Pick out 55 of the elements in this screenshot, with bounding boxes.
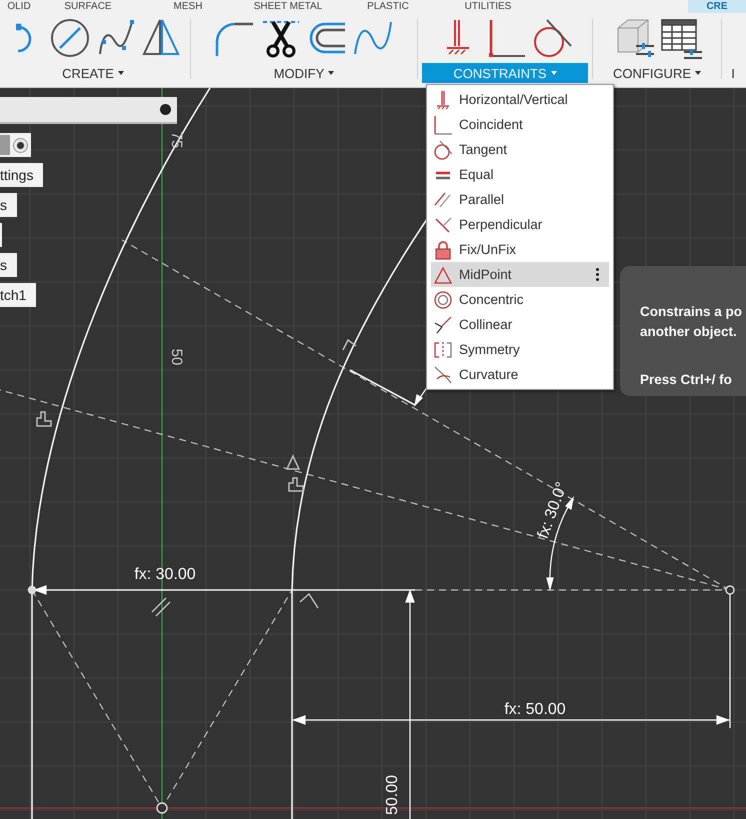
menu-item[interactable]: MidPoint (431, 262, 609, 287)
radio-icon (13, 138, 28, 152)
menu-item[interactable]: Collinear (431, 312, 609, 337)
browser-item[interactable]: ttings (0, 163, 44, 187)
tooltip-hint: Press Ctrl+/ fo (640, 372, 732, 387)
angle-dimension[interactable]: fx: 30.0° (534, 480, 571, 542)
collinear-icon (433, 314, 453, 334)
arc-icon (16, 23, 32, 53)
visibility-toggle[interactable] (0, 133, 31, 157)
ribbon-tab[interactable]: OLID (0, 0, 38, 13)
sketch-line (350, 369, 416, 406)
arrowhead-icon (33, 585, 47, 595)
menu-item[interactable]: Perpendicular (431, 212, 609, 237)
menu-item[interactable]: Equal (431, 162, 609, 187)
tooltip-text: Constrains a po another object. (640, 303, 742, 341)
concentric-icon (433, 290, 453, 310)
toolbar-group-button[interactable]: MODIFY (195, 63, 413, 83)
caret-icon (328, 71, 334, 75)
browser-item[interactable]: s (0, 253, 17, 277)
collapse-icon[interactable] (160, 104, 171, 115)
toolbar-group-button[interactable]: CONFIGURE (597, 63, 717, 83)
caret-icon (695, 71, 701, 75)
ribbon-tab[interactable]: PLASTIC (338, 0, 438, 13)
browser-item[interactable]: tch1 (0, 283, 36, 307)
menu-item[interactable]: Tangent (431, 137, 609, 162)
caret-icon (550, 71, 557, 75)
menu-item[interactable]: Symmetry (431, 337, 609, 362)
ruler-label: 50 (168, 348, 185, 366)
corner-icon (433, 114, 453, 134)
ruler-label: 75 (168, 132, 185, 148)
ribbon-tab[interactable]: SURFACE (38, 0, 138, 13)
menu-item[interactable]: Curvature (431, 362, 609, 387)
menu-item[interactable]: Horizontal/Vertical (431, 87, 609, 112)
ribbon-tab[interactable]: SHEET METAL (238, 0, 338, 13)
swatch-icon (0, 135, 10, 155)
ribbon-tab[interactable]: MESH (138, 0, 238, 13)
symmetry-icon (433, 340, 453, 360)
menu-item[interactable]: Parallel (431, 187, 609, 212)
menu-item[interactable]: Coincident (431, 112, 609, 137)
triangle-icon (433, 264, 453, 284)
circle-icon (48, 16, 92, 60)
lock-icon (433, 240, 453, 260)
browser-item[interactable]: s (0, 193, 17, 217)
toolbar-group-button[interactable]: I (726, 63, 740, 83)
ribbon-tab[interactable]: UTILITIES (438, 0, 538, 13)
menu-item[interactable]: Concentric (431, 287, 609, 312)
curvature-icon (433, 364, 453, 384)
toolbar-group-button[interactable]: CREATE (0, 63, 186, 83)
dimension-label[interactable]: 50.00 (384, 774, 401, 816)
caret-icon (118, 71, 124, 75)
perpendicular-icon (433, 214, 453, 234)
menu-item[interactable]: Fix/UnFix (431, 237, 609, 262)
circle-tangent-icon (433, 140, 453, 160)
dimension-label[interactable]: fx: 50.00 (504, 701, 566, 718)
ribbon-tab[interactable]: CRE (688, 0, 746, 13)
